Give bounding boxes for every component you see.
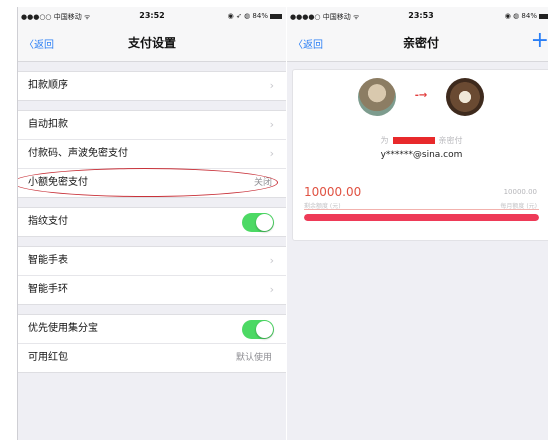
intimate-pay-screen: ●●●●○ 中国移动 ᯤ 23:53 ◉ ◍ 84% 〈返回 亲密付 + -→ … [287, 7, 548, 440]
status-bar: ●●●●○ 中国移动 ᯤ 23:53 ◉ ◍ 84% [287, 7, 548, 25]
row-label: 智能手表 [28, 255, 68, 266]
battery-icon [270, 13, 282, 19]
row-value: 关闭 [253, 178, 272, 188]
row-pay-code[interactable]: 付款码、声波免密支付 › [18, 140, 286, 169]
page-title: 支付设置 [127, 36, 176, 50]
label-prefix: 为 [380, 136, 389, 145]
payment-settings-screen: ●●●○○ 中国移动 ᯤ 23:52 ◉ ➶ ◍ 84% 〈返回 支付设置 扣款… [17, 7, 286, 440]
chevron-right-icon: › [269, 118, 274, 131]
jifenbao-toggle[interactable] [242, 320, 274, 339]
chevron-right-icon: › [269, 254, 274, 267]
monthly-limit: 10000.00 [503, 188, 537, 196]
row-smart-band[interactable]: 智能手环 › [18, 276, 286, 304]
row-label: 可用红包 [28, 352, 68, 363]
chevron-right-icon: › [269, 147, 274, 160]
settings-group-wearables: 智能手表 › 智能手环 › [18, 246, 286, 305]
add-icon[interactable]: + [531, 28, 548, 54]
label-suffix: 亲密付 [438, 136, 463, 145]
row-label: 付款码、声波免密支付 [28, 148, 128, 159]
account-email: y******@sina.com [380, 150, 463, 160]
row-label: 自动扣款 [28, 119, 68, 130]
link-arrow-icon: -→ [414, 90, 428, 101]
row-label: 智能手环 [28, 284, 68, 295]
battery-icon [539, 13, 548, 19]
row-deduct-order[interactable]: 扣款顺序 › [18, 72, 286, 100]
row-fingerprint: 指纹支付 [18, 208, 286, 236]
row-label: 指纹支付 [28, 216, 68, 227]
settings-group-rewards: 优先使用集分宝 可用红包 默认使用 [18, 314, 286, 373]
fingerprint-toggle[interactable] [242, 213, 274, 232]
row-jifenbao: 优先使用集分宝 [18, 315, 286, 344]
status-indicators: ◉ ◍ 84% [504, 12, 537, 20]
status-indicators: ◉ ➶ ◍ 84% [227, 12, 268, 20]
status-right: ◉ ➶ ◍ 84% [228, 12, 282, 20]
row-label: 扣款顺序 [28, 80, 68, 91]
row-red-packet[interactable]: 可用红包 默认使用 [18, 344, 286, 372]
chevron-right-icon: › [269, 283, 274, 296]
row-smart-watch[interactable]: 智能手表 › [18, 247, 286, 276]
status-right: ◉ ◍ 84% [505, 12, 548, 20]
intimate-label: 为 亲密付 [293, 135, 548, 146]
row-small-password-free[interactable]: 小额免密支付 关闭 [18, 168, 286, 197]
row-auto-deduct[interactable]: 自动扣款 › [18, 111, 286, 140]
quota-progress-bar [304, 214, 539, 221]
divider [304, 209, 539, 210]
nav-bar: 〈返回 亲密付 + [287, 25, 548, 62]
remaining-amount: 10000.00 [304, 185, 362, 199]
row-value: 默认使用 [235, 353, 272, 363]
row-label: 小额免密支付 [28, 177, 88, 188]
intimate-pay-card[interactable]: -→ 为 亲密付 y******@sina.com 10000.00 10000.… [292, 69, 548, 241]
status-bar: ●●●○○ 中国移动 ᯤ 23:52 ◉ ➶ ◍ 84% [18, 7, 286, 25]
nav-bar: 〈返回 支付设置 [18, 25, 286, 62]
settings-group-payment: 自动扣款 › 付款码、声波免密支付 › 小额免密支付 关闭 [18, 110, 286, 198]
settings-group-fingerprint: 指纹支付 [18, 207, 286, 237]
friend-avatar [446, 78, 484, 116]
redacted-name [392, 137, 435, 144]
settings-group-order: 扣款顺序 › [18, 71, 286, 101]
quota-progress-fill [304, 214, 539, 221]
row-label: 优先使用集分宝 [28, 323, 98, 334]
chevron-right-icon: › [269, 79, 274, 92]
user-avatar [358, 78, 396, 116]
page-title: 亲密付 [402, 36, 439, 50]
